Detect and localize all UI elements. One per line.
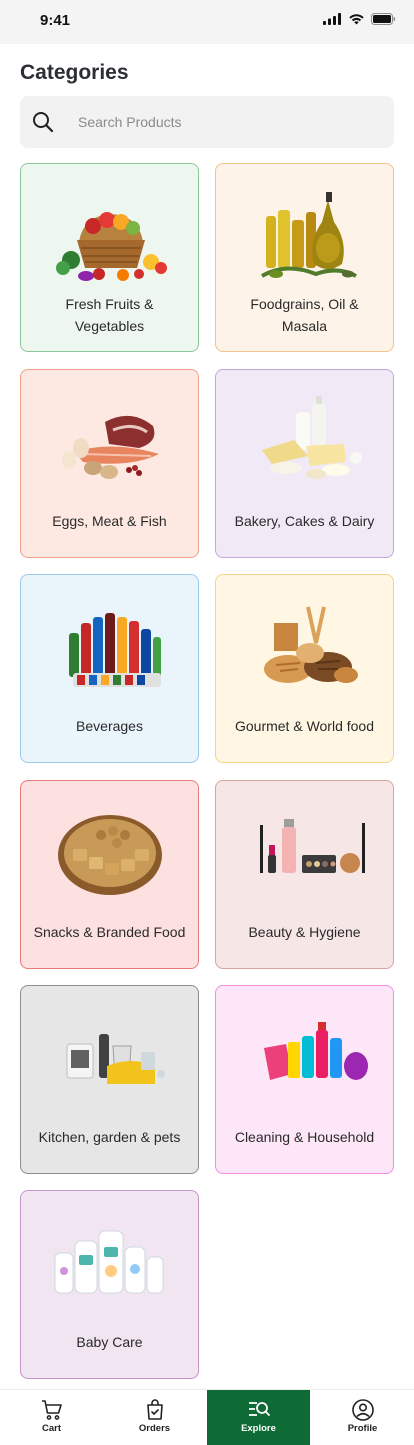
explore-icon (248, 1402, 270, 1416)
page-title: Categories (20, 61, 129, 84)
category-card-beverages[interactable]: Beverages (20, 574, 199, 763)
category-label: Cleaning & Household (234, 1129, 375, 1145)
category-card-gourmet[interactable]: Gourmet & World food (215, 574, 394, 763)
nav-explore[interactable]: Explore (207, 1390, 310, 1445)
category-label: Beverages (76, 718, 143, 734)
category-label: Gourmet & World food (234, 718, 375, 734)
category-label: Bakery, Cakes & Dairy (234, 513, 375, 529)
category-card-beauty[interactable]: Beauty & Hygiene (215, 780, 394, 969)
nav-cart[interactable]: Cart (0, 1390, 103, 1445)
status-time: 9:41 (40, 12, 71, 29)
snacks-plate-image (58, 815, 162, 895)
nav-label: Cart (41, 1423, 61, 1434)
battery-icon (371, 13, 396, 25)
kitchen-appliances-image (66, 1034, 165, 1084)
nav-label: Orders (138, 1423, 171, 1434)
baby-products-image (54, 1230, 164, 1294)
nav-profile[interactable]: Profile (311, 1390, 414, 1445)
wifi-icon (349, 14, 364, 25)
cart-icon (41, 1400, 62, 1420)
category-card-snacks[interactable]: Snacks & Branded Food (20, 780, 199, 969)
category-card-eggs-meat-fish[interactable]: Eggs, Meat & Fish (20, 369, 199, 558)
fruits-basket-image (56, 212, 167, 281)
beverage-bottles-image (69, 613, 161, 687)
meat-fish-image (62, 415, 159, 479)
category-card-kitchen[interactable]: Kitchen, garden & pets (20, 985, 199, 1174)
nav-label: Profile (347, 1423, 378, 1434)
category-label: Foodgrains, Oil & Masala (250, 296, 359, 334)
category-label: Baby Care (76, 1334, 143, 1350)
profile-icon (351, 1399, 374, 1421)
bread-image (264, 606, 358, 683)
status-icons (323, 13, 396, 25)
category-label: Kitchen, garden & pets (38, 1129, 181, 1145)
bottom-nav: Cart Orders Explore Profile (0, 1389, 414, 1445)
category-card-foodgrains[interactable]: Foodgrains, Oil & Masala (215, 163, 394, 352)
search-input[interactable] (78, 110, 378, 134)
nav-orders[interactable]: Orders (103, 1390, 206, 1445)
signal-icon (323, 13, 341, 25)
dairy-image (262, 396, 362, 479)
category-label: Fresh Fruits & Vegetables (65, 296, 154, 334)
cleaning-supplies-image (264, 1022, 368, 1080)
category-label: Eggs, Meat & Fish (52, 513, 167, 529)
cosmetics-image (260, 819, 365, 873)
orders-bag-icon (146, 1399, 163, 1420)
category-card-cleaning[interactable]: Cleaning & Household (215, 985, 394, 1174)
category-card-baby-care[interactable]: Baby Care (20, 1190, 199, 1379)
search-icon (33, 112, 54, 133)
category-card-fresh-fruits[interactable]: Fresh Fruits & Vegetables (20, 163, 199, 352)
search-bar[interactable] (20, 96, 394, 148)
category-label: Snacks & Branded Food (33, 924, 186, 940)
category-label: Beauty & Hygiene (248, 924, 361, 940)
nav-label: Explore (241, 1423, 276, 1434)
category-card-bakery-dairy[interactable]: Bakery, Cakes & Dairy (215, 369, 394, 558)
oil-bottles-image (260, 192, 357, 278)
status-bar: 9:41 (0, 0, 414, 44)
